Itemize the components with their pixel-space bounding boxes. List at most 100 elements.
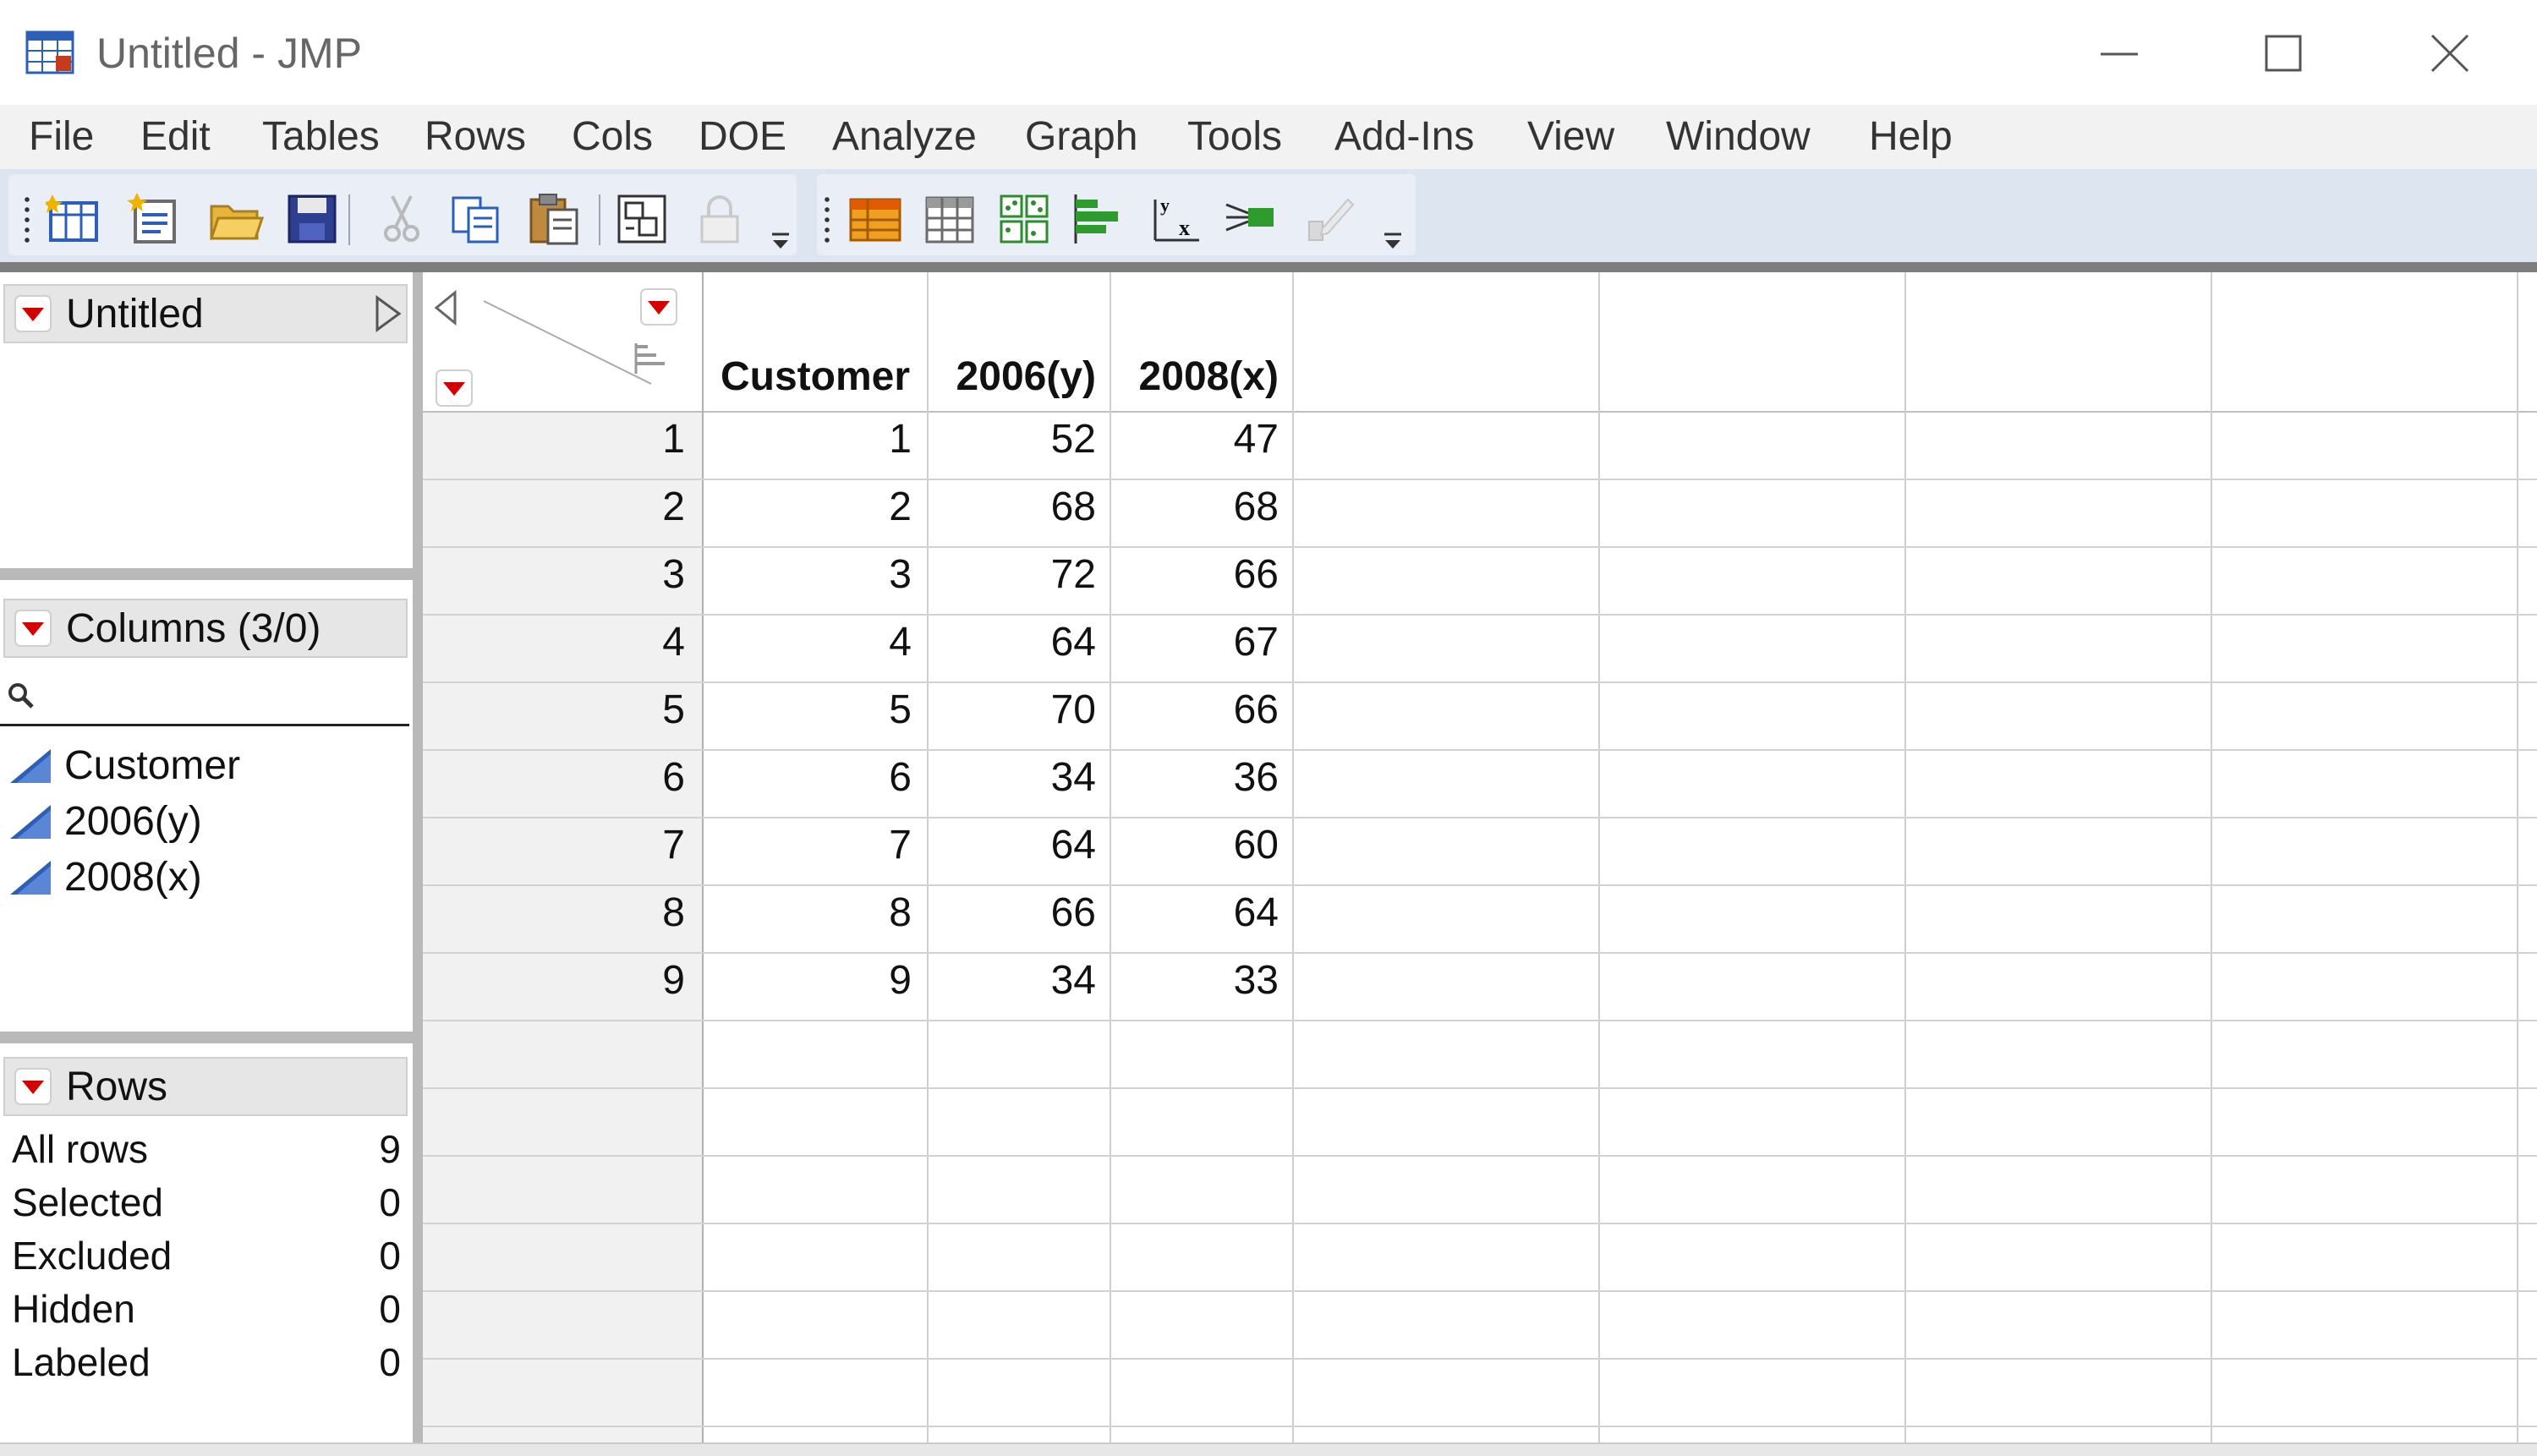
row-number[interactable]: 7 bbox=[423, 822, 685, 868]
cell-customer[interactable]: 8 bbox=[710, 889, 912, 936]
menu-tools[interactable]: Tools bbox=[1187, 113, 1282, 160]
data-table-icon[interactable] bbox=[847, 191, 903, 247]
toolbar-grip[interactable] bbox=[24, 194, 30, 247]
rows-panel-header[interactable]: Rows bbox=[3, 1057, 408, 1116]
menu-view[interactable]: View bbox=[1527, 113, 1614, 160]
copy-icon[interactable] bbox=[448, 191, 504, 247]
row-number[interactable]: 4 bbox=[423, 619, 685, 665]
column-header-2008x[interactable]: 2008(x) bbox=[1115, 353, 1279, 400]
column-header-customer[interactable]: Customer bbox=[707, 353, 910, 400]
red-triangle-menu-icon[interactable] bbox=[14, 609, 52, 648]
cut-icon[interactable] bbox=[374, 191, 430, 247]
cell-customer[interactable]: 9 bbox=[710, 957, 912, 1004]
menu-add-ins[interactable]: Add-Ins bbox=[1334, 113, 1474, 160]
panel-splitter[interactable] bbox=[413, 272, 423, 1454]
row-number[interactable]: 5 bbox=[423, 687, 685, 733]
distribution-icon[interactable] bbox=[1071, 191, 1126, 247]
fit-y-by-x-icon[interactable]: y x bbox=[1148, 191, 1204, 247]
column-search-input[interactable] bbox=[41, 666, 404, 722]
cell-customer[interactable]: 2 bbox=[710, 484, 912, 530]
toolbar-grip[interactable] bbox=[824, 194, 830, 247]
sort-icon[interactable] bbox=[631, 340, 670, 377]
cell-customer[interactable]: 5 bbox=[710, 687, 912, 733]
column-divider bbox=[1110, 272, 1111, 1454]
row-line bbox=[423, 546, 2537, 548]
cell-2008x[interactable]: 60 bbox=[1115, 822, 1279, 868]
row-number[interactable]: 2 bbox=[423, 484, 685, 530]
menu-tables[interactable]: Tables bbox=[262, 113, 380, 160]
save-icon[interactable] bbox=[284, 191, 340, 247]
row-number[interactable]: 8 bbox=[423, 889, 685, 936]
row-number[interactable]: 6 bbox=[423, 754, 685, 801]
open-icon[interactable] bbox=[208, 191, 264, 247]
new-script-icon[interactable] bbox=[127, 191, 183, 247]
lock-icon[interactable] bbox=[692, 191, 748, 247]
row-number[interactable]: 9 bbox=[423, 957, 685, 1004]
cell-2006y[interactable]: 64 bbox=[932, 619, 1096, 665]
cell-customer[interactable]: 7 bbox=[710, 822, 912, 868]
cell-2006y[interactable]: 70 bbox=[932, 687, 1096, 733]
menu-rows[interactable]: Rows bbox=[425, 113, 526, 160]
cell-customer[interactable]: 3 bbox=[710, 551, 912, 598]
menu-graph[interactable]: Graph bbox=[1025, 113, 1137, 160]
table-panel-header[interactable]: Untitled bbox=[3, 284, 408, 343]
pane-separator[interactable] bbox=[0, 568, 413, 580]
cell-2008x[interactable]: 47 bbox=[1115, 416, 1279, 463]
expand-right-icon[interactable] bbox=[372, 294, 403, 333]
row-line bbox=[423, 1223, 2537, 1224]
maximize-button[interactable] bbox=[2241, 20, 2326, 88]
rows-stat-value: 0 bbox=[379, 1180, 401, 1224]
menu-cols[interactable]: Cols bbox=[572, 113, 653, 160]
menu-doe[interactable]: DOE bbox=[699, 113, 786, 160]
summary-icon[interactable] bbox=[922, 191, 978, 247]
cell-2006y[interactable]: 34 bbox=[932, 957, 1096, 1004]
row-number[interactable]: 3 bbox=[423, 551, 685, 598]
paste-icon[interactable] bbox=[526, 191, 582, 247]
close-button[interactable] bbox=[2407, 20, 2491, 88]
column-header-2006y[interactable]: 2006(y) bbox=[932, 353, 1096, 400]
scatterplot-matrix-icon[interactable] bbox=[996, 191, 1052, 247]
row-line bbox=[423, 884, 2537, 886]
toolbar-overflow-icon[interactable] bbox=[768, 232, 793, 252]
window-title: Untitled - JMP bbox=[96, 30, 362, 77]
cell-2008x[interactable]: 67 bbox=[1115, 619, 1279, 665]
cell-2008x[interactable]: 66 bbox=[1115, 687, 1279, 733]
new-table-icon[interactable] bbox=[46, 191, 101, 247]
menu-help[interactable]: Help bbox=[1869, 113, 1953, 160]
svg-text:y: y bbox=[1160, 194, 1170, 216]
cell-2006y[interactable]: 34 bbox=[932, 754, 1096, 801]
cell-2008x[interactable]: 68 bbox=[1115, 484, 1279, 530]
graph-builder-icon[interactable] bbox=[1302, 191, 1358, 247]
rows-stat-value: 0 bbox=[379, 1287, 401, 1331]
minimize-button[interactable] bbox=[2077, 20, 2162, 88]
toolbar-overflow-icon[interactable] bbox=[1380, 232, 1405, 252]
rows-stat-label: Labeled bbox=[12, 1340, 151, 1384]
cell-2006y[interactable]: 52 bbox=[932, 416, 1096, 463]
menu-window[interactable]: Window bbox=[1666, 113, 1811, 160]
cell-customer[interactable]: 4 bbox=[710, 619, 912, 665]
columns-panel-header[interactable]: Columns (3/0) bbox=[3, 599, 408, 658]
red-triangle-menu-icon[interactable] bbox=[14, 1067, 52, 1106]
cell-2006y[interactable]: 68 bbox=[932, 484, 1096, 530]
pane-separator[interactable] bbox=[0, 1032, 413, 1043]
cell-2006y[interactable]: 72 bbox=[932, 551, 1096, 598]
fit-model-icon[interactable] bbox=[1223, 191, 1279, 247]
cell-2006y[interactable]: 66 bbox=[932, 889, 1096, 936]
cell-customer[interactable]: 1 bbox=[710, 416, 912, 463]
menu-file[interactable]: File bbox=[29, 113, 94, 160]
cell-2008x[interactable]: 33 bbox=[1115, 957, 1279, 1004]
cell-2008x[interactable]: 36 bbox=[1115, 754, 1279, 801]
menu-analyze[interactable]: Analyze bbox=[832, 113, 977, 160]
menu-edit[interactable]: Edit bbox=[140, 113, 211, 160]
cell-2008x[interactable]: 64 bbox=[1115, 889, 1279, 936]
row-number[interactable]: 1 bbox=[423, 416, 685, 463]
cell-2006y[interactable]: 64 bbox=[932, 822, 1096, 868]
row-line bbox=[423, 952, 2537, 954]
journal-icon[interactable] bbox=[614, 191, 670, 247]
rows-stat-label: Hidden bbox=[12, 1287, 135, 1331]
cell-customer[interactable]: 6 bbox=[710, 754, 912, 801]
rows-stat-label: Selected bbox=[12, 1180, 164, 1224]
column-divider bbox=[927, 272, 929, 1454]
cell-2008x[interactable]: 66 bbox=[1115, 551, 1279, 598]
red-triangle-menu-icon[interactable] bbox=[14, 294, 52, 333]
